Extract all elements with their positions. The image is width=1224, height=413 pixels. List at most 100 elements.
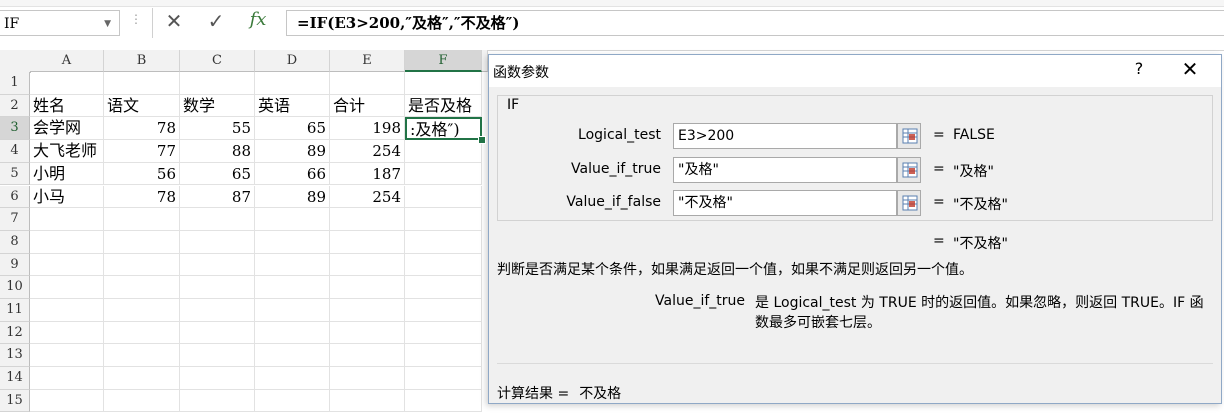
row-header-9[interactable]: 9: [0, 253, 30, 277]
cell-b15[interactable]: [104, 389, 180, 413]
column-header-a[interactable]: A: [30, 50, 104, 72]
close-button[interactable]: ✕: [1177, 57, 1203, 81]
cell-f9[interactable]: [405, 253, 482, 277]
cell-b8[interactable]: [104, 230, 180, 254]
cell-d5[interactable]: 66: [255, 162, 330, 186]
cell-e11[interactable]: [330, 299, 405, 322]
cell-f12[interactable]: [405, 321, 482, 345]
cell-b4[interactable]: 77: [104, 140, 180, 163]
cell-a13[interactable]: [30, 344, 104, 368]
row-header-4[interactable]: 4: [0, 140, 30, 163]
column-header-d[interactable]: D: [255, 50, 330, 72]
row-header-8[interactable]: 8: [0, 230, 30, 254]
column-header-b[interactable]: B: [104, 50, 180, 72]
dialog-titlebar[interactable]: 函数参数 ? ✕: [489, 55, 1221, 87]
cell-c8[interactable]: [180, 230, 255, 254]
select-all-corner[interactable]: [0, 50, 31, 73]
cell-e7[interactable]: [330, 208, 405, 231]
cell-c13[interactable]: [180, 344, 255, 368]
cell-c10[interactable]: [180, 276, 255, 299]
formula-input[interactable]: =IF(E3>200,″及格″,″不及格″): [286, 10, 1224, 36]
cell-b10[interactable]: [104, 276, 180, 299]
cell-d3[interactable]: 65: [255, 117, 330, 141]
row-header-14[interactable]: 14: [0, 367, 30, 390]
row-header-2[interactable]: 2: [0, 94, 30, 118]
column-header-f[interactable]: F: [405, 50, 482, 72]
insert-function-icon[interactable]: fx: [244, 9, 272, 30]
cell-d11[interactable]: [255, 299, 330, 322]
cell-d12[interactable]: [255, 321, 330, 345]
cell-a12[interactable]: [30, 321, 104, 345]
row-header-6[interactable]: 6: [0, 185, 30, 209]
cell-a6[interactable]: 小马: [30, 185, 104, 209]
arg-input-2[interactable]: "及格": [673, 157, 897, 183]
cell-f4[interactable]: [405, 140, 482, 163]
cell-c12[interactable]: [180, 321, 255, 345]
cell-b7[interactable]: [104, 208, 180, 231]
row-header-12[interactable]: 12: [0, 321, 30, 345]
cancel-icon[interactable]: ✕: [160, 9, 188, 33]
cell-a11[interactable]: [30, 299, 104, 322]
range-select-button[interactable]: [897, 157, 921, 183]
row-header-13[interactable]: 13: [0, 344, 30, 368]
cell-a14[interactable]: [30, 367, 104, 390]
column-header-e[interactable]: E: [330, 50, 405, 72]
cell-c3[interactable]: 55: [180, 117, 255, 141]
cell-c15[interactable]: [180, 389, 255, 413]
cell-e8[interactable]: [330, 230, 405, 254]
cell-f15[interactable]: [405, 389, 482, 413]
cell-d9[interactable]: [255, 253, 330, 277]
cell-f1[interactable]: [405, 72, 482, 95]
column-header-c[interactable]: C: [180, 50, 255, 72]
cell-a8[interactable]: [30, 230, 104, 254]
chevron-down-icon[interactable]: ▼: [104, 11, 111, 37]
cell-f13[interactable]: [405, 344, 482, 368]
cell-e12[interactable]: [330, 321, 405, 345]
cell-f10[interactable]: [405, 276, 482, 299]
range-select-button[interactable]: [897, 190, 921, 216]
cell-c2[interactable]: 数学: [180, 94, 255, 118]
range-select-button[interactable]: [897, 123, 921, 149]
cell-d10[interactable]: [255, 276, 330, 299]
cell-b5[interactable]: 56: [104, 162, 180, 186]
cell-b6[interactable]: 78: [104, 185, 180, 209]
cell-a15[interactable]: [30, 389, 104, 413]
cell-a4[interactable]: 大飞老师: [30, 140, 104, 163]
cell-c7[interactable]: [180, 208, 255, 231]
row-header-15[interactable]: 15: [0, 389, 30, 413]
cell-b1[interactable]: [104, 72, 180, 95]
cell-d4[interactable]: 89: [255, 140, 330, 163]
cell-d14[interactable]: [255, 367, 330, 390]
cell-c4[interactable]: 88: [180, 140, 255, 163]
cell-c6[interactable]: 87: [180, 185, 255, 209]
cell-f6[interactable]: [405, 185, 482, 209]
cell-e15[interactable]: [330, 389, 405, 413]
cell-e2[interactable]: 合计: [330, 94, 405, 118]
row-header-5[interactable]: 5: [0, 162, 30, 186]
cell-e10[interactable]: [330, 276, 405, 299]
cell-b11[interactable]: [104, 299, 180, 322]
cell-d7[interactable]: [255, 208, 330, 231]
cell-f8[interactable]: [405, 230, 482, 254]
cell-a3[interactable]: 会学网: [30, 117, 104, 141]
cell-d13[interactable]: [255, 344, 330, 368]
cell-c14[interactable]: [180, 367, 255, 390]
cell-a10[interactable]: [30, 276, 104, 299]
cell-c9[interactable]: [180, 253, 255, 277]
cell-d2[interactable]: 英语: [255, 94, 330, 118]
help-button[interactable]: ?: [1129, 59, 1149, 78]
row-header-7[interactable]: 7: [0, 208, 30, 231]
cell-b13[interactable]: [104, 344, 180, 368]
cell-f5[interactable]: [405, 162, 482, 186]
cell-d1[interactable]: [255, 72, 330, 95]
cell-a5[interactable]: 小明: [30, 162, 104, 186]
cell-f2[interactable]: 是否及格: [405, 94, 482, 118]
row-header-1[interactable]: 1: [0, 72, 30, 95]
cell-d6[interactable]: 89: [255, 185, 330, 209]
cell-f11[interactable]: [405, 299, 482, 322]
name-box[interactable]: IF ▼: [0, 10, 120, 36]
fill-handle[interactable]: [478, 136, 486, 145]
cell-c11[interactable]: [180, 299, 255, 322]
arg-input-3[interactable]: "不及格": [673, 190, 897, 216]
cell-b3[interactable]: 78: [104, 117, 180, 141]
